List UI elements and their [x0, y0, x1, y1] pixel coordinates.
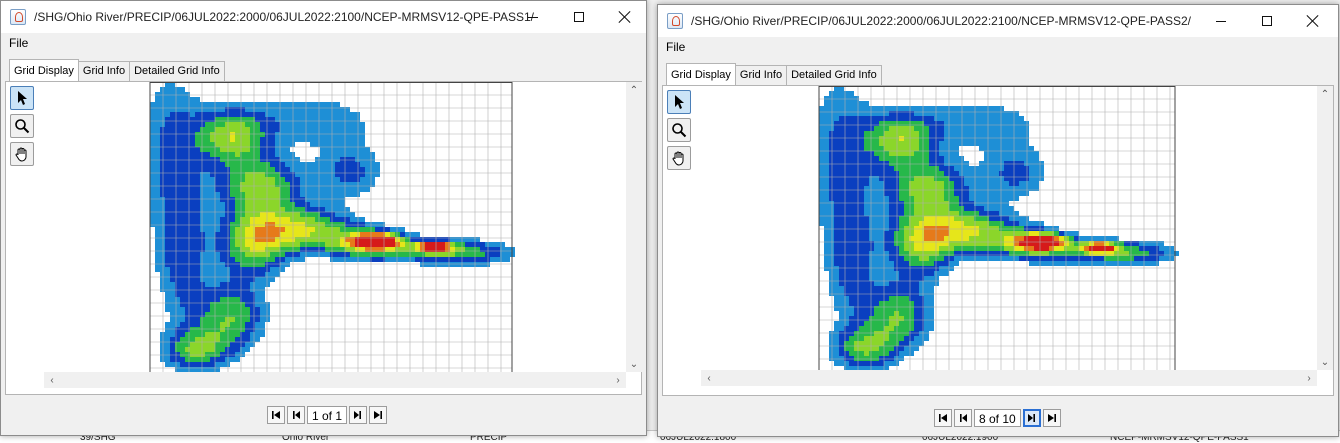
minimize-button[interactable]: [510, 1, 556, 33]
vertical-scrollbar[interactable]: ⌃ ⌄: [1317, 86, 1333, 370]
scroll-down-icon[interactable]: ⌄: [1317, 354, 1333, 370]
title-bar[interactable]: /SHG/Ohio River/PRECIP/06JUL2022:2000/06…: [1, 1, 646, 33]
first-page-icon: [939, 414, 947, 422]
first-page-button[interactable]: [934, 409, 952, 427]
zoom-tool-button[interactable]: [667, 118, 691, 142]
pointer-icon: [18, 91, 27, 105]
toolbox: [667, 90, 695, 174]
pointer-tool-button[interactable]: [10, 86, 34, 110]
scroll-right-icon[interactable]: ›: [610, 372, 626, 388]
zoom-icon: [672, 123, 687, 138]
close-icon: [1307, 15, 1319, 27]
previous-page-icon: [293, 411, 300, 419]
page-indicator: 8 of 10: [974, 409, 1021, 427]
first-page-icon: [272, 411, 280, 419]
window-title: /SHG/Ohio River/PRECIP/06JUL2022:2000/06…: [691, 14, 1192, 28]
tab-grid-display[interactable]: Grid Display: [9, 59, 79, 81]
scroll-left-icon[interactable]: ‹: [44, 372, 60, 388]
page-navigator: 1 of 1: [267, 405, 389, 425]
scroll-up-icon[interactable]: ⌃: [626, 82, 642, 98]
next-page-icon: [1027, 414, 1035, 422]
menu-bar: File: [658, 37, 1338, 57]
tab-grid-info[interactable]: Grid Info: [77, 61, 131, 81]
pointer-tool-button[interactable]: [667, 90, 691, 114]
first-page-button[interactable]: [267, 406, 285, 424]
previous-page-icon: [960, 414, 967, 422]
tab-grid-display[interactable]: Grid Display: [666, 63, 736, 85]
close-button[interactable]: [1290, 5, 1336, 37]
scroll-right-icon[interactable]: ›: [1301, 370, 1317, 386]
horizontal-scrollbar[interactable]: ‹ ›: [701, 370, 1317, 386]
title-bar[interactable]: /SHG/Ohio River/PRECIP/06JUL2022:2000/06…: [658, 5, 1338, 37]
pan-hand-icon: [15, 147, 27, 162]
previous-page-button[interactable]: [954, 409, 972, 427]
precip-grid-map[interactable]: [701, 86, 1317, 370]
tab-strip: Grid Display Grid Info Detailed Grid Inf…: [666, 63, 882, 85]
zoom-icon: [15, 119, 30, 134]
maximize-icon: [1262, 16, 1272, 26]
grid-window-pass2: /SHG/Ohio River/PRECIP/06JUL2022:2000/06…: [657, 4, 1339, 437]
grid-map-viewport[interactable]: [44, 82, 626, 372]
pan-tool-button[interactable]: [10, 142, 34, 166]
scroll-up-icon[interactable]: ⌃: [1317, 86, 1333, 102]
last-page-button[interactable]: [1042, 409, 1061, 427]
next-page-icon: [354, 411, 362, 419]
tab-detailed-grid-info[interactable]: Detailed Grid Info: [129, 61, 225, 81]
previous-page-button[interactable]: [287, 406, 305, 424]
maximize-icon: [574, 12, 584, 22]
menu-file[interactable]: File: [666, 40, 685, 54]
pan-tool-button[interactable]: [667, 146, 691, 170]
menu-bar: File: [1, 33, 646, 53]
precip-raster: [819, 86, 1179, 370]
window-title: /SHG/Ohio River/PRECIP/06JUL2022:2000/06…: [34, 10, 535, 24]
minimize-icon: [1216, 20, 1226, 22]
menu-file[interactable]: File: [9, 36, 28, 50]
scroll-down-icon[interactable]: ⌄: [626, 356, 642, 372]
java-app-icon: [667, 13, 683, 29]
tab-detailed-grid-info[interactable]: Detailed Grid Info: [786, 65, 882, 85]
horizontal-scrollbar[interactable]: ‹ ›: [44, 372, 626, 388]
close-icon: [619, 11, 631, 23]
content-area: Grid Display Grid Info Detailed Grid Inf…: [1, 53, 646, 435]
toolbox: [10, 86, 38, 170]
content-area: Grid Display Grid Info Detailed Grid Inf…: [658, 57, 1338, 436]
grid-window-pass1: /SHG/Ohio River/PRECIP/06JUL2022:2000/06…: [0, 0, 647, 436]
minimize-button[interactable]: [1198, 5, 1244, 37]
next-page-button[interactable]: [349, 406, 368, 424]
scroll-left-icon[interactable]: ‹: [701, 370, 717, 386]
maximize-button[interactable]: [1244, 5, 1290, 37]
grid-map-viewport[interactable]: [701, 86, 1317, 370]
page-indicator: 1 of 1: [307, 406, 348, 424]
minimize-icon: [528, 16, 538, 18]
java-app-icon: [10, 9, 26, 25]
grid-display-panel: ⌃ ⌄ ‹ ›: [662, 85, 1334, 396]
grid-display-panel: ⌃ ⌄ ‹ ›: [5, 81, 642, 395]
maximize-button[interactable]: [556, 1, 602, 33]
vertical-scrollbar[interactable]: ⌃ ⌄: [626, 82, 642, 372]
precip-raster: [150, 82, 515, 372]
tab-strip: Grid Display Grid Info Detailed Grid Inf…: [9, 59, 225, 81]
last-page-icon: [1047, 414, 1056, 422]
last-page-icon: [374, 411, 383, 419]
page-navigator: 8 of 10: [934, 408, 1063, 428]
pointer-icon: [675, 95, 684, 109]
pan-hand-icon: [672, 151, 684, 166]
precip-grid-map[interactable]: [44, 82, 626, 372]
last-page-button[interactable]: [369, 406, 388, 424]
next-page-button[interactable]: [1022, 409, 1041, 427]
zoom-tool-button[interactable]: [10, 114, 34, 138]
close-button[interactable]: [602, 1, 648, 33]
tab-grid-info[interactable]: Grid Info: [734, 65, 788, 85]
